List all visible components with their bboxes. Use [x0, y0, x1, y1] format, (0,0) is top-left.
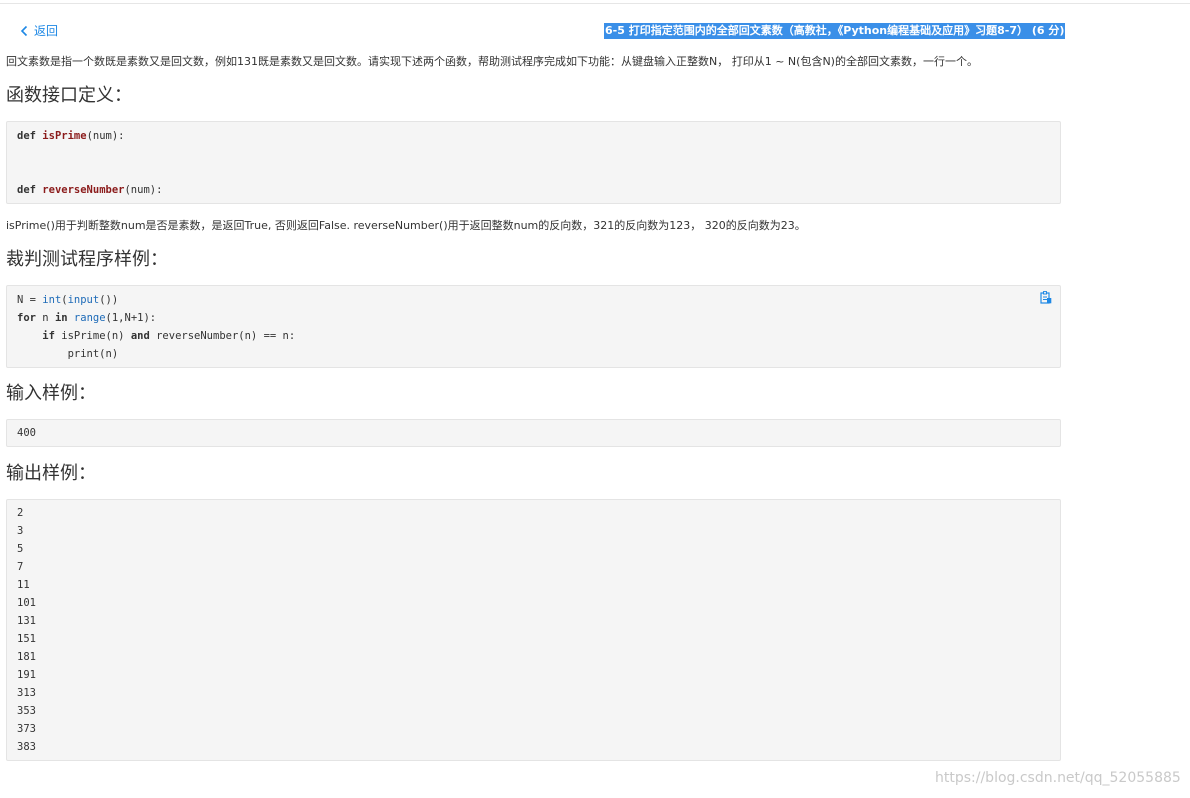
page: 返回 6-5 打印指定范围内的全部回文素数（高教社，《Python编程基础及应用…: [0, 0, 1190, 798]
copy-icon[interactable]: [1040, 291, 1052, 304]
code-builtin: int: [42, 294, 62, 306]
top-divider: [0, 3, 1190, 4]
code-keyword: def: [17, 184, 36, 196]
code-line-isprime: def isPrime(num):: [17, 127, 125, 145]
output-line: 313: [17, 687, 36, 699]
interface-note: isPrime()用于判断整数num是否是素数，是返回True, 否则返回Fal…: [6, 219, 806, 232]
test-heading: 裁判测试程序样例：: [6, 249, 168, 270]
output-line: 373: [17, 723, 36, 735]
input-sample-block: 400: [6, 419, 1061, 447]
output-line: 101: [17, 597, 36, 609]
code-builtin: input: [67, 294, 100, 306]
code-keyword: if: [42, 330, 55, 342]
code-keyword: and: [130, 330, 150, 342]
code-args: (num):: [86, 130, 125, 142]
output-line: 383: [17, 741, 36, 753]
test-code-line-3: if isPrime(n) and reverseNumber(n) == n:: [17, 327, 295, 345]
test-code-line-2: for n in range(1,N+1):: [17, 309, 156, 327]
problem-title: 6-5 打印指定范围内的全部回文素数（高教社，《Python编程基础及应用》习题…: [604, 23, 1066, 39]
code-text: n: [35, 312, 55, 324]
code-keyword: in: [54, 312, 68, 324]
input-sample-value: 400: [17, 427, 36, 439]
output-line: 5: [17, 543, 24, 555]
code-text: (1,N+1):: [105, 312, 157, 324]
output-line: 131: [17, 615, 36, 627]
test-code-block: N = int(input()) for n in range(1,N+1): …: [6, 285, 1061, 368]
test-code-line-1: N = int(input()): [17, 291, 118, 309]
output-line: 151: [17, 633, 36, 645]
code-function-name: isPrime: [42, 130, 87, 142]
code-text: isPrime(n): [54, 330, 131, 342]
output-line: 7: [17, 561, 24, 573]
output-heading: 输出样例：: [6, 463, 96, 484]
code-args: (num):: [124, 184, 163, 196]
code-text: ()): [99, 294, 119, 306]
output-line: 2: [17, 507, 24, 519]
back-link[interactable]: 返回: [18, 22, 58, 39]
output-line: 191: [17, 669, 36, 681]
output-line: 3: [17, 525, 24, 537]
code-function-name: reverseNumber: [42, 184, 125, 196]
code-keyword: def: [17, 130, 36, 142]
back-label: 返回: [34, 24, 59, 38]
interface-heading: 函数接口定义：: [6, 85, 132, 106]
output-sample-block: 2 3 5 7 11 101 131 151 181 191 313 353 3…: [6, 499, 1061, 761]
input-heading: 输入样例：: [6, 383, 96, 404]
watermark: https://blog.csdn.net/qq_52055885: [935, 770, 1181, 786]
code-text: reverseNumber(n) == n:: [149, 330, 296, 342]
chevron-left-icon: [18, 23, 30, 39]
output-line: 181: [17, 651, 36, 663]
problem-description: 回文素数是指一个数既是素数又是回文数，例如131既是素数又是回文数。请实现下述两…: [6, 55, 978, 68]
output-line: 353: [17, 705, 36, 717]
interface-code-block: def isPrime(num): def reverseNumber(num)…: [6, 121, 1061, 204]
code-line-reversenumber: def reverseNumber(num):: [17, 181, 162, 199]
code-keyword: for: [17, 312, 36, 324]
output-line: 11: [17, 579, 30, 591]
test-code-line-4: print(n): [17, 348, 119, 360]
code-text: N =: [17, 294, 43, 306]
code-builtin: range: [73, 312, 106, 324]
